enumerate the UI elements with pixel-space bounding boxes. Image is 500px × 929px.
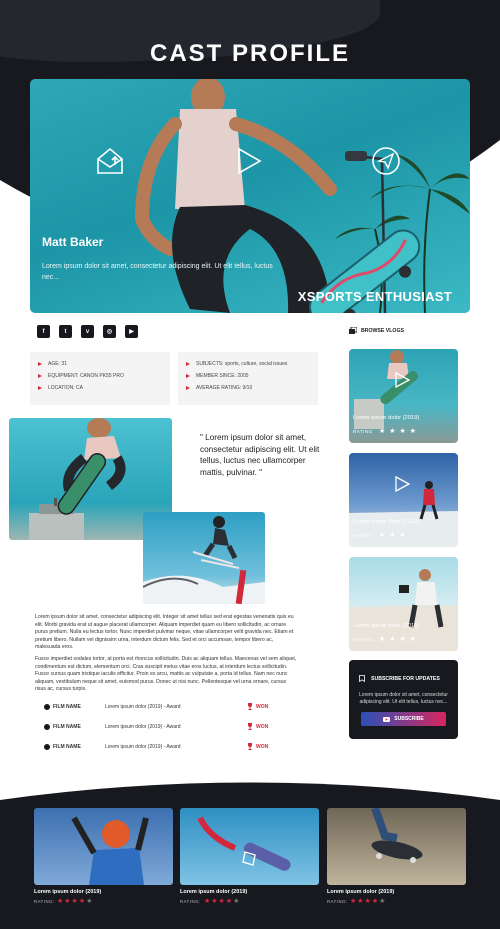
vlog-rating-stars: ★ ★ ★ ★: [379, 428, 417, 435]
award-text: Lorem ipsum dolor (2019) - Award: [105, 724, 181, 730]
facebook-icon[interactable]: f: [37, 325, 50, 338]
info-subjects: SUBJECTS: sports, culture, social issues: [196, 361, 288, 367]
vlog-rating-label: RATING: [353, 533, 373, 538]
vlog-title: Lorem ipsum dolor (2019): [353, 519, 420, 525]
envelope-open-icon[interactable]: [94, 145, 126, 177]
bullet-icon: [44, 744, 50, 750]
ski-jump-photo: [143, 512, 265, 604]
hero-tagline: XSPORTS ENTHUSIAST: [297, 289, 452, 304]
browse-vlogs-heading[interactable]: BROWSE VLOGS: [349, 327, 404, 334]
award-text: Lorem ipsum dolor (2019) - Award: [105, 704, 181, 710]
twitter-icon[interactable]: t: [59, 325, 72, 338]
vlog-rating-stars: ★ ★ ★: [379, 532, 407, 539]
award-row: FILM NAME Lorem ipsum dolor (2019) - Awa…: [44, 742, 279, 752]
send-icon[interactable]: [370, 145, 402, 177]
bookmark-icon: [359, 675, 365, 682]
footer-card-title: Lorem ipsum dolor (2019): [327, 889, 395, 895]
info-box-right: SUBJECTS: sports, culture, social issues…: [178, 352, 318, 405]
award-status: WON: [256, 704, 269, 710]
hero-card: Matt Baker Lorem ipsum dolor sit amet, c…: [30, 79, 470, 313]
subscribe-description: Lorem ipsum dolor sit amet, consectetur …: [359, 692, 448, 705]
hero-description: Lorem ipsum dolor sit amet, consectetur …: [42, 263, 273, 281]
vlog-card[interactable]: Lorem ipsum dolor (2019) RATING ★ ★ ★ ★: [349, 557, 458, 651]
info-age: AGE: 31: [48, 361, 67, 367]
footer-rating-stars: ★★★★★: [57, 898, 94, 905]
subscribe-button[interactable]: SUBSCRIBE: [361, 712, 446, 726]
info-equipment: EQUIPMENT: CANON PK55 PRO: [48, 373, 124, 379]
trophy-icon: [248, 743, 252, 750]
info-box-left: AGE: 31 EQUIPMENT: CANON PK55 PRO LOCATI…: [30, 352, 170, 405]
trophy-icon: [248, 703, 252, 710]
subscribe-panel: SUBSCRIBE FOR UPDATES Lorem ipsum dolor …: [349, 660, 458, 739]
footer-video-card[interactable]: [327, 808, 466, 885]
footer-video-card[interactable]: [34, 808, 173, 885]
award-text: Lorem ipsum dolor (2019) - Award: [105, 744, 181, 750]
footer-rating-stars: ★★★★★: [350, 898, 387, 905]
subscribe-title: SUBSCRIBE FOR UPDATES: [371, 675, 440, 682]
instagram-icon[interactable]: ◎: [103, 325, 116, 338]
social-links: f t v ◎ ▶: [37, 325, 138, 338]
bio-paragraph-1: Lorem ipsum dolor sit amet, consectetur …: [35, 614, 294, 651]
hero-name: Matt Baker: [42, 235, 104, 249]
award-label: FILM NAME: [53, 704, 81, 710]
award-row: FILM NAME Lorem ipsum dolor (2019) - Awa…: [44, 702, 279, 712]
bio-paragraph-2: Fusce imperdiet sodales tortor, at porta…: [35, 656, 297, 693]
footer-card-title: Lorem ipsum dolor (2019): [34, 889, 102, 895]
award-label: FILM NAME: [53, 724, 81, 730]
award-label: FILM NAME: [53, 744, 81, 750]
page-title: CAST PROFILE: [149, 40, 350, 67]
footer-rating-label: RATING:: [34, 899, 55, 904]
footer-rating-label: RATING:: [327, 899, 348, 904]
vlog-title: Lorem ipsum dolor (2019): [353, 415, 420, 421]
bullet-icon: [44, 724, 50, 730]
subscribe-button-label: SUBSCRIBE: [394, 716, 424, 722]
vlog-rating-stars: ★ ★ ★ ★: [379, 636, 417, 643]
browse-vlogs-label: BROWSE VLOGS: [361, 327, 404, 334]
info-location: LOCATION: CA: [48, 385, 83, 391]
bullet-icon: [44, 704, 50, 710]
vlog-title: Lorem ipsum dolor (2019): [353, 623, 420, 629]
footer-rating-stars: ★★★★★: [204, 898, 241, 905]
award-status: WON: [256, 724, 269, 730]
play-icon[interactable]: [393, 475, 411, 493]
footer-card-title: Lorem ipsum dolor (2019): [180, 889, 248, 895]
award-row: FILM NAME Lorem ipsum dolor (2019) - Awa…: [44, 722, 279, 732]
info-average-rating: AVERAGE RATING: 9/10: [196, 385, 253, 391]
youtube-icon: [383, 716, 391, 722]
footer-rating-label: RATING:: [180, 899, 201, 904]
profile-quote: " Lorem ipsum dolor sit amet, consectetu…: [200, 433, 320, 477]
info-member-since: MEMBER SINCE: 2005: [196, 373, 249, 379]
youtube-icon[interactable]: ▶: [125, 325, 138, 338]
vlog-rating-label: RATING: [353, 637, 373, 642]
footer-video-card[interactable]: [180, 808, 319, 885]
vlog-card[interactable]: Lorem ipsum dolor (2019) RATING ★ ★ ★ ★: [349, 349, 458, 443]
vlog-card[interactable]: Lorem ipsum dolor (2019) RATING ★ ★ ★: [349, 453, 458, 547]
play-icon[interactable]: [232, 145, 264, 177]
vlog-rating-label: RATING: [353, 429, 373, 434]
video-stack-icon: [349, 327, 357, 334]
vimeo-icon[interactable]: v: [81, 325, 94, 338]
award-status: WON: [256, 744, 269, 750]
trophy-icon: [248, 723, 252, 730]
play-icon[interactable]: [393, 371, 411, 389]
